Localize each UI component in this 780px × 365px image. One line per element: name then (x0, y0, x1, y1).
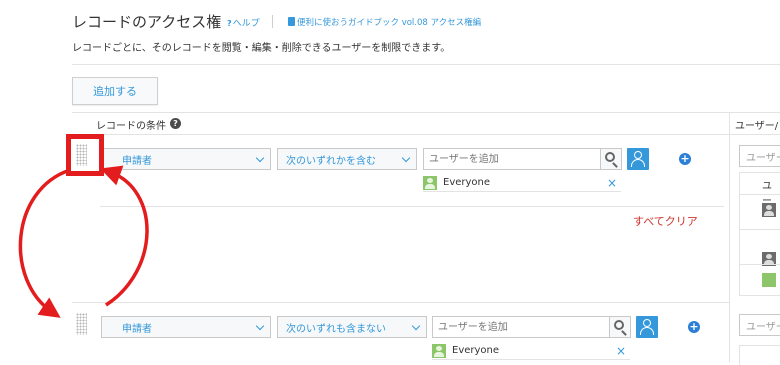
table-header-border (72, 134, 780, 135)
annotation-arrow-up (100, 165, 149, 307)
clear-all-link[interactable]: すべてクリア (633, 213, 698, 229)
condition-column-header: レコードの条件 (96, 121, 166, 132)
search-button[interactable] (600, 148, 622, 170)
book-icon (288, 17, 295, 26)
user-icon (634, 151, 642, 159)
help-link[interactable]: ?ヘルプ (227, 16, 260, 29)
group-icon (423, 175, 437, 190)
table-top-border (72, 112, 780, 113)
operator-select[interactable]: 次のいずれも含まない (277, 316, 427, 338)
user-search-input[interactable] (423, 148, 601, 170)
add-condition-button[interactable]: + (679, 153, 691, 165)
help-link-label: ヘルプ (232, 19, 260, 29)
search-icon (605, 152, 615, 162)
user-permission-input[interactable]: ユーザー (739, 314, 780, 336)
page-title: レコードのアクセス権 (72, 13, 222, 31)
close-icon[interactable]: × (616, 344, 626, 358)
entity-name: Everyone (443, 177, 491, 188)
group-icon (432, 343, 446, 358)
list-divider (740, 229, 780, 230)
user-icon (643, 319, 651, 327)
question-icon: ? (227, 19, 232, 28)
user-icon-body (640, 327, 654, 335)
user-icon (762, 203, 776, 217)
search-icon (614, 320, 624, 330)
chevron-down-icon (401, 153, 411, 163)
column-separator (729, 112, 730, 362)
row-separator (72, 302, 729, 303)
field-select-value: 申請者 (122, 323, 152, 335)
close-icon[interactable]: × (607, 176, 617, 190)
annotation-swap-arrows (18, 165, 149, 318)
chevron-down-icon (255, 153, 265, 163)
entity-item: Everyone × (432, 342, 630, 360)
search-button[interactable] (609, 316, 631, 338)
user-select-button[interactable] (636, 316, 658, 338)
operator-select-value: 次のいずれかを含む (286, 155, 376, 167)
chevron-down-icon (411, 321, 421, 331)
page-description: レコードごとに、そのレコードを閲覧・編集・削除できるユーザーを制限できます。 (72, 43, 451, 54)
search-icon-handle (612, 162, 618, 168)
list-divider (740, 194, 780, 195)
user-permission-input[interactable]: ユーザー (739, 145, 780, 167)
question-icon[interactable]: ? (170, 118, 181, 129)
user-permission-input-placeholder: ユーザー (746, 321, 780, 333)
guide-link[interactable]: 便利に使おうガイドブック vol.08 アクセス権編 (288, 16, 481, 28)
group-icon (762, 273, 776, 287)
guide-link-label: 便利に使おうガイドブック vol.08 アクセス権編 (297, 18, 482, 28)
add-button[interactable]: 追加する (72, 77, 158, 105)
add-condition-button[interactable]: + (688, 321, 700, 333)
row-divider (100, 206, 724, 207)
user-column-header: ユーザー/ (735, 121, 779, 132)
entity-name: Everyone (452, 345, 500, 356)
user-icon-body (631, 159, 645, 167)
operator-select[interactable]: 次のいずれかを含む (277, 148, 417, 170)
annotation-arrow-down (18, 168, 71, 318)
search-icon-handle (621, 330, 627, 336)
list-divider (740, 264, 780, 265)
user-search-input[interactable] (432, 316, 610, 338)
user-permission-input-placeholder: ユーザー (746, 152, 780, 164)
user-permission-list (739, 345, 780, 365)
operator-select-value: 次のいずれも含まない (286, 323, 386, 335)
divider (72, 64, 780, 65)
chevron-down-icon (255, 321, 265, 331)
header-separator (272, 15, 273, 28)
user-select-button[interactable] (627, 148, 649, 170)
entity-item: Everyone × (423, 174, 621, 192)
